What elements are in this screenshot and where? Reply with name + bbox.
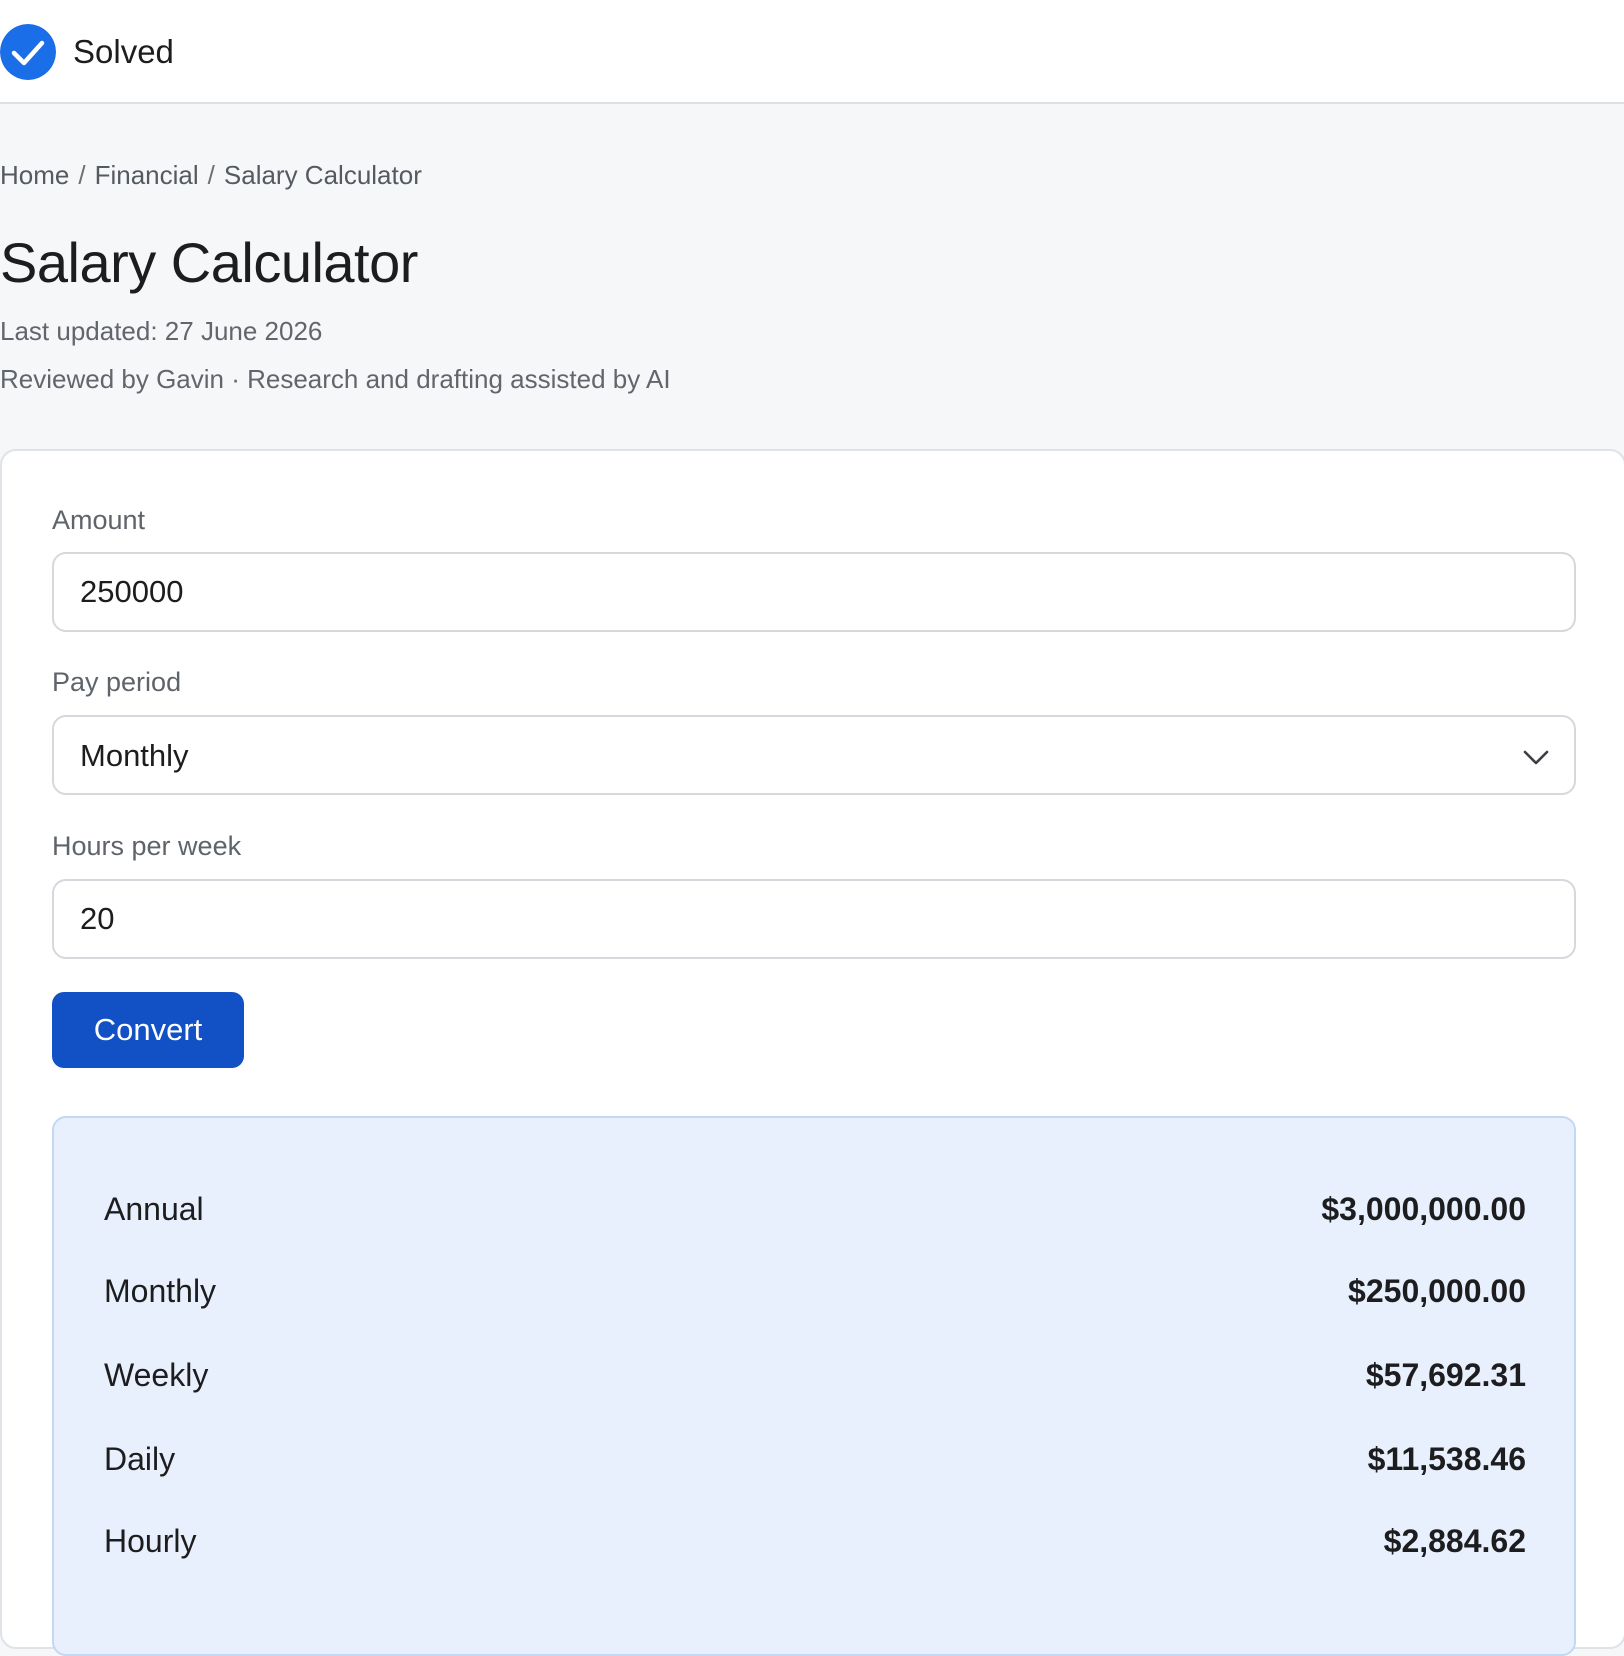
amount-input[interactable] bbox=[52, 552, 1576, 632]
pay-period-value: Monthly bbox=[80, 738, 189, 773]
result-label: Hourly bbox=[104, 1523, 197, 1559]
breadcrumb-financial[interactable]: Financial bbox=[95, 160, 199, 190]
convert-button[interactable]: Convert bbox=[52, 992, 244, 1068]
page-title: Salary Calculator bbox=[0, 231, 418, 294]
result-value: $250,000.00 bbox=[1348, 1273, 1526, 1309]
breadcrumb-home[interactable]: Home bbox=[0, 160, 69, 190]
result-label: Daily bbox=[104, 1441, 176, 1477]
result-label: Monthly bbox=[104, 1273, 217, 1309]
result-value: $11,538.46 bbox=[1367, 1441, 1526, 1477]
result-row-daily: Daily $11,538.46 bbox=[104, 1437, 1526, 1481]
result-row-weekly: Weekly $57,692.31 bbox=[104, 1353, 1526, 1397]
result-value: $3,000,000.00 bbox=[1321, 1191, 1526, 1227]
result-label: Annual bbox=[104, 1191, 204, 1227]
pay-period-label: Pay period bbox=[52, 667, 182, 697]
calculator-card: Amount Pay period Monthly Hours per week… bbox=[0, 449, 1624, 1656]
result-row-monthly: Monthly $250,000.00 bbox=[104, 1269, 1526, 1313]
solved-label: Solved bbox=[73, 33, 174, 70]
amount-label: Amount bbox=[52, 505, 146, 535]
breadcrumb-separator: / bbox=[78, 160, 86, 190]
result-row-hourly: Hourly $2,884.62 bbox=[104, 1519, 1526, 1563]
result-label: Weekly bbox=[104, 1357, 209, 1393]
breadcrumb-separator: / bbox=[207, 160, 215, 190]
hours-per-week-input[interactable] bbox=[52, 879, 1576, 959]
results-panel: Annual $3,000,000.00 Monthly $250,000.00… bbox=[52, 1116, 1576, 1656]
breadcrumb: Home / Financial / Salary Calculator bbox=[0, 155, 422, 195]
result-value: $2,884.62 bbox=[1383, 1523, 1526, 1559]
breadcrumb-current: Salary Calculator bbox=[223, 160, 422, 190]
top-bar: Solved bbox=[0, 0, 1624, 104]
pay-period-select[interactable]: Monthly bbox=[52, 715, 1576, 795]
check-circle-icon bbox=[0, 24, 56, 80]
result-value: $57,692.31 bbox=[1365, 1357, 1526, 1393]
chevron-down-icon bbox=[1523, 750, 1549, 765]
reviewed-by: Reviewed by Gavin · Research and draftin… bbox=[0, 364, 671, 394]
result-row-annual: Annual $3,000,000.00 bbox=[104, 1187, 1526, 1231]
last-updated: Last updated: 27 June 2026 bbox=[0, 316, 323, 346]
hours-per-week-label: Hours per week bbox=[52, 831, 242, 861]
